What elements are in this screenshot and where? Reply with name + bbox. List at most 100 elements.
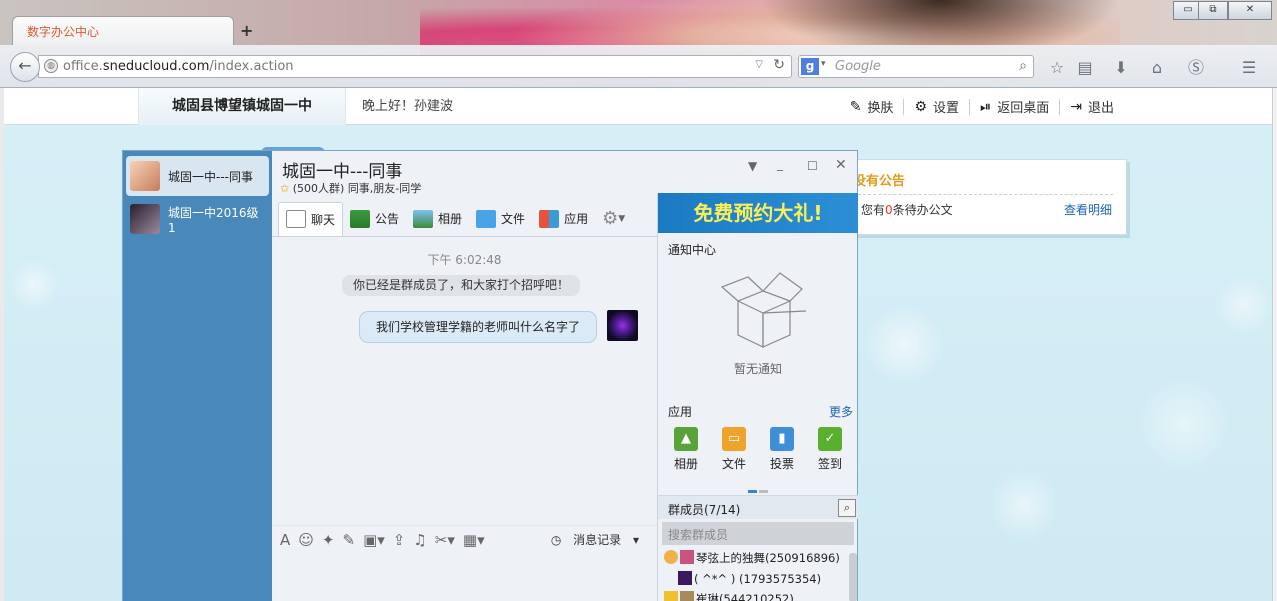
- gear-icon: ⚙: [914, 98, 928, 115]
- reload-icon[interactable]: ↻: [773, 57, 785, 73]
- app-label: 相册: [673, 457, 698, 471]
- member-name: 琴弦上的独舞(250916896): [696, 551, 840, 565]
- notice-panel: 没有公告 您有0条待办公文 查看明细: [838, 159, 1127, 235]
- promo-banner[interactable]: 免费预约大礼!: [658, 193, 858, 233]
- apps-grid-icon: [539, 209, 560, 228]
- search-icon[interactable]: ⌕: [838, 499, 856, 517]
- edit-icon[interactable]: ✎: [342, 531, 355, 549]
- music-icon[interactable]: ♫: [413, 531, 426, 549]
- members-header: 群成员(7/14) ⌕: [658, 495, 858, 519]
- member-item[interactable]: 琴弦上的独舞(250916896): [664, 550, 840, 566]
- message-history-button[interactable]: ◷ 消息记录 ▾: [551, 531, 639, 548]
- chevron-down-icon[interactable]: ▽: [755, 59, 763, 70]
- browser-tab[interactable]: 数字办公中心: [12, 16, 234, 45]
- tab-label: 公告: [375, 212, 400, 226]
- download-icon[interactable]: ⬇: [1110, 57, 1132, 79]
- tab-settings[interactable]: ⚙ ▼: [595, 202, 632, 236]
- home-icon[interactable]: ⌂: [1146, 57, 1168, 79]
- more-icon[interactable]: ▦▾: [463, 531, 485, 549]
- new-tab-button[interactable]: +: [240, 21, 253, 40]
- folder-icon: [476, 209, 497, 228]
- settings-button[interactable]: ⚙ 设置: [903, 98, 969, 116]
- search-placeholder: Google: [835, 59, 881, 74]
- im-window: 城固一中---同事 城固一中2016级1 城固一中---同事 ✩ (500人群)…: [122, 150, 858, 601]
- apps-more-link[interactable]: 更多: [829, 403, 853, 420]
- back-arrow-icon: ←: [18, 56, 32, 75]
- settings-label: 设置: [933, 101, 960, 116]
- group-info: ✩ (500人群) 同事,朋友-同学: [280, 180, 421, 196]
- logout-button[interactable]: ⇥ 退出: [1059, 98, 1124, 116]
- my-message-bubble[interactable]: 我们学校管理学籍的老师叫什么名字了: [359, 311, 597, 343]
- divider: [853, 194, 1113, 195]
- globe-icon: ◍: [44, 59, 58, 73]
- school-name: 城固县博望镇城固一中: [138, 88, 346, 125]
- search-icon[interactable]: ⌕: [1019, 58, 1027, 74]
- empty-box-icon: [720, 272, 807, 348]
- member-name: ( ^*^ ) (1793575354): [694, 572, 822, 586]
- avatar: [130, 161, 160, 191]
- engine-dropdown-icon[interactable]: ▾: [821, 59, 826, 69]
- emoji-icon[interactable]: ☺: [298, 531, 314, 549]
- bookmark-star-icon[interactable]: ☆: [1046, 57, 1068, 79]
- tab-album[interactable]: 相册: [406, 202, 469, 236]
- conversation-item[interactable]: 城固一中---同事: [126, 156, 269, 196]
- maximize-icon[interactable]: ☐: [807, 159, 818, 173]
- avatar[interactable]: [607, 310, 638, 341]
- close-icon[interactable]: ✕: [835, 157, 847, 173]
- system-message: 你已经是群成员了，和大家打个招呼吧！: [342, 275, 580, 296]
- extension-s-icon[interactable]: Ⓢ: [1185, 57, 1207, 79]
- message-input[interactable]: [272, 553, 657, 601]
- upload-icon[interactable]: ⇪: [393, 531, 406, 549]
- conversation-item[interactable]: 城固一中2016级1: [126, 199, 269, 239]
- image-icon[interactable]: ▣▾: [363, 531, 385, 549]
- folder-icon: ▭: [722, 427, 746, 451]
- skin-button[interactable]: ✎ 换肤: [840, 98, 904, 117]
- tab-chat[interactable]: 聊天: [278, 201, 344, 236]
- bookmarks-list-icon[interactable]: ▤: [1074, 57, 1096, 79]
- app-label: 签到: [817, 457, 842, 471]
- greeting-text: 晚上好！孙建波: [362, 99, 454, 114]
- app-album[interactable]: ▲ 相册: [664, 427, 708, 472]
- close-window-button[interactable]: ✕: [1228, 1, 1272, 20]
- notice-title: 没有公告: [853, 174, 906, 189]
- screenshot-icon[interactable]: ✂▾: [435, 531, 455, 549]
- tab-announcement[interactable]: 公告: [343, 202, 406, 236]
- google-icon[interactable]: g: [801, 58, 819, 75]
- shake-icon[interactable]: ✦: [322, 531, 335, 549]
- font-icon[interactable]: A: [280, 531, 290, 549]
- avatar: [678, 571, 692, 585]
- history-label: 消息记录: [573, 533, 622, 547]
- window-border-right: [1272, 88, 1277, 601]
- logout-icon: ⇥: [1070, 98, 1082, 115]
- skin-icon: ✎: [849, 98, 862, 115]
- view-details-link[interactable]: 查看明细: [1064, 201, 1112, 218]
- minimize-icon[interactable]: _: [777, 157, 783, 171]
- input-toolbar: A ☺ ✦ ✎ ▣▾ ⇪ ♫ ✂▾ ▦▾ ◷ 消息记录 ▾: [272, 525, 657, 553]
- message-area: 下午 6:02:48 你已经是群成员了，和大家打个招呼吧！ 我们学校管理学籍的老…: [272, 237, 657, 525]
- search-bar[interactable]: g ▾ Google ⌕: [798, 55, 1034, 78]
- chevron-down-icon[interactable]: ▼: [748, 159, 757, 173]
- avatar: [680, 591, 694, 601]
- back-button[interactable]: ←: [10, 52, 40, 82]
- member-item[interactable]: ( ^*^ ) (1793575354): [678, 571, 821, 586]
- star-icon: ✩: [280, 182, 290, 195]
- url-prefix: office.: [63, 59, 103, 74]
- tab-files[interactable]: 文件: [469, 202, 532, 236]
- member-search-input[interactable]: 搜索群成员: [662, 522, 854, 545]
- tab-title: 数字办公中心: [27, 25, 100, 39]
- scrollbar[interactable]: [849, 553, 857, 601]
- app-vote[interactable]: ▮ 投票: [760, 427, 804, 472]
- member-name: 崔琳(544210252): [696, 592, 794, 601]
- site-header: 城固县博望镇城固一中 晚上好！孙建波 ✎ 换肤 ⚙ 设置 ⏯ 返回桌面 ⇥ 退出: [4, 88, 1272, 125]
- address-bar[interactable]: ◍ office.sneducloud.com/index.action ▽ ↻: [38, 55, 792, 78]
- logout-label: 退出: [1087, 101, 1114, 116]
- top-menu: ✎ 换肤 ⚙ 设置 ⏯ 返回桌面 ⇥ 退出: [840, 88, 1124, 125]
- member-item[interactable]: 崔琳(544210252): [664, 591, 794, 601]
- picture-icon: ▲: [674, 427, 698, 451]
- app-checkin[interactable]: ✓ 签到: [808, 427, 852, 472]
- return-desktop-button[interactable]: ⏯ 返回桌面: [969, 98, 1059, 116]
- tab-apps[interactable]: 应用: [532, 202, 595, 236]
- app-files[interactable]: ▭ 文件: [712, 427, 756, 472]
- menu-icon[interactable]: ☰: [1238, 57, 1260, 79]
- maximize-button[interactable]: ⧉: [1198, 1, 1228, 20]
